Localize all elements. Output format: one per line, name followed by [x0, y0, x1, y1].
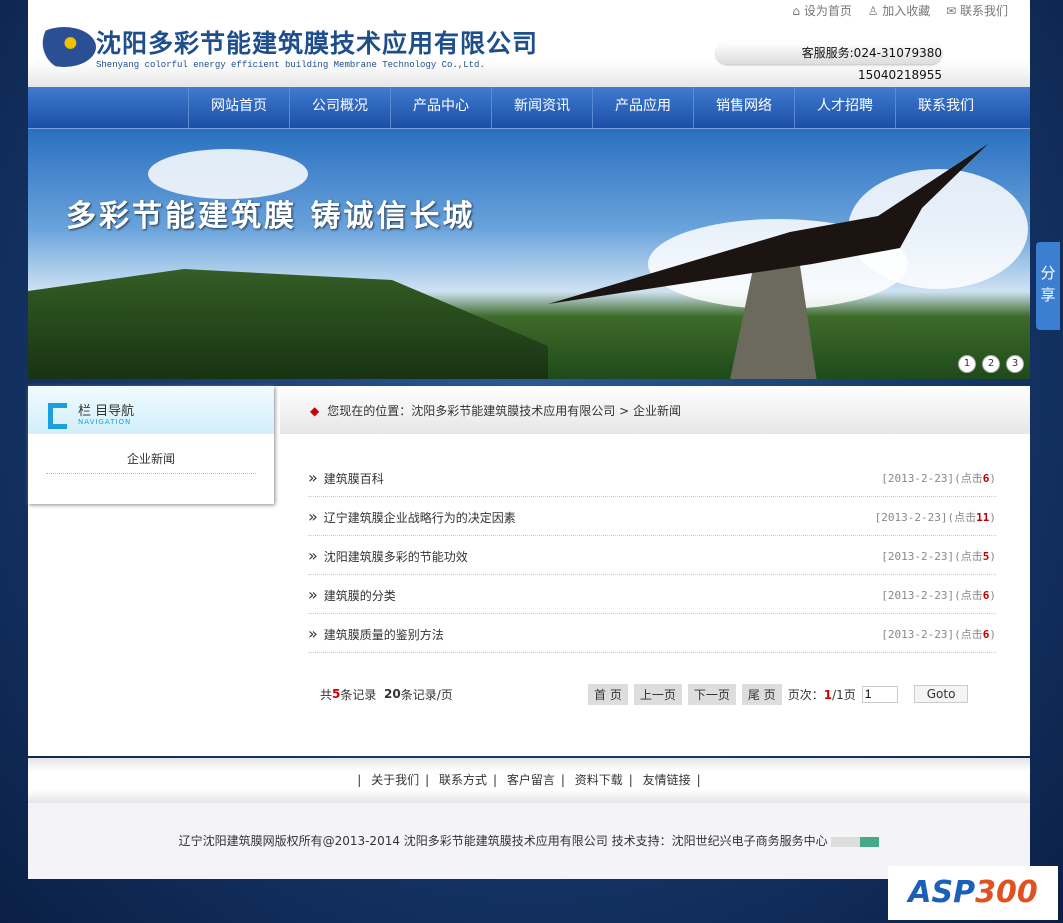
nav-applications[interactable]: 产品应用 — [592, 87, 693, 128]
current-page: 1 — [823, 687, 833, 702]
sidebar-header: 栏 目导航 NAVIGATION — [28, 386, 274, 434]
sidebar-title: 栏 目导航 — [78, 404, 135, 419]
nav-jobs[interactable]: 人才招聘 — [794, 87, 895, 128]
breadcrumb-home[interactable]: 沈阳多彩节能建筑膜技术应用有限公司 — [411, 404, 615, 418]
news-item: 建筑膜质量的鉴别方法 [2013-2-23](点击6) — [308, 614, 996, 653]
diamond-icon: ◆ — [310, 404, 320, 418]
prev-page-button[interactable]: 上一页 — [633, 683, 682, 705]
news-meta: [2013-2-23](点击5) — [881, 549, 996, 563]
goto-button[interactable]: Goto — [913, 685, 969, 703]
nav-products[interactable]: 产品中心 — [390, 87, 491, 128]
news-date: [2013-2-23] — [874, 510, 948, 524]
copyright-text: 辽宁沈阳建筑膜网版权所有@2013-2014 沈阳多彩节能建筑膜技术应用有限公司… — [178, 834, 828, 848]
content: 栏 目导航 NAVIGATION 企业新闻 ◆ 您现在的位置：沈阳多彩节能建筑膜技… — [28, 386, 1030, 756]
first-page-button[interactable]: 首 页 — [588, 683, 628, 705]
main-panel: ◆ 您现在的位置：沈阳多彩节能建筑膜技术应用有限公司 > 企业新闻 建筑膜百科 [2… — [280, 386, 1030, 705]
news-date: [2013-2-23] — [881, 627, 955, 641]
category-icon — [48, 403, 67, 429]
slide-dot[interactable]: 3 — [1006, 355, 1024, 373]
news-hits: 6 — [982, 588, 990, 602]
total-count: 5 — [332, 687, 341, 701]
footer-link-downloads[interactable]: 资料下载 — [575, 773, 623, 787]
news-title[interactable]: 辽宁建筑膜企业战略行为的决定因素 — [308, 507, 516, 526]
sidebar-subtitle: NAVIGATION — [78, 418, 132, 426]
news-item: 建筑膜百科 [2013-2-23](点击6) — [308, 458, 996, 497]
cnzz-badge-icon[interactable] — [831, 836, 880, 847]
slide-dot[interactable]: 1 — [958, 355, 976, 373]
pagination: 共5条记录 20条记录/页 首 页 上一页 下一页 尾 页 页次：1/1页 Go… — [320, 683, 996, 705]
pager-text: 条记录 — [340, 687, 377, 702]
news-meta: [2013-2-23](点击11) — [874, 510, 996, 524]
slide-dot[interactable]: 2 — [982, 355, 1000, 373]
nav-contact[interactable]: 联系我们 — [895, 87, 996, 128]
last-page-button[interactable]: 尾 页 — [741, 683, 782, 705]
news-meta: [2013-2-23](点击6) — [881, 588, 996, 602]
service-phone: 客服服务:024-31079380 15040218955 — [716, 42, 942, 82]
banner-slogan: 多彩节能建筑膜 铸诚信长城 — [66, 199, 476, 234]
news-item: 辽宁建筑膜企业战略行为的决定因素 [2013-2-23](点击11) — [308, 497, 996, 536]
breadcrumb-sep: > — [615, 404, 633, 418]
page: ⌂ 设为首页 ♙ 加入收藏 ✉ 联系我们 沈阳多彩节能建筑膜技术应用有限公司 S… — [28, 0, 1030, 879]
per-page: 20 — [384, 687, 401, 701]
breadcrumb: ◆ 您现在的位置：沈阳多彩节能建筑膜技术应用有限公司 > 企业新闻 — [280, 386, 1030, 434]
copyright: 辽宁沈阳建筑膜网版权所有@2013-2014 沈阳多彩节能建筑膜技术应用有限公司… — [28, 803, 1030, 879]
footer-links: | 关于我们 | 联系方式 | 客户留言 | 资料下载 | 友情链接 | — [28, 758, 1030, 803]
header: ⌂ 设为首页 ♙ 加入收藏 ✉ 联系我们 沈阳多彩节能建筑膜技术应用有限公司 S… — [28, 0, 1030, 87]
sidebar-item-company-news[interactable]: 企业新闻 — [46, 450, 256, 474]
footer-link-message[interactable]: 客户留言 — [507, 773, 555, 787]
hits-label: 点击 — [960, 471, 983, 485]
page-input[interactable] — [861, 685, 898, 703]
news-hits: 5 — [982, 549, 990, 563]
nav-about[interactable]: 公司概况 — [289, 87, 390, 128]
watermark-logo: ASP300 — [888, 866, 1058, 920]
news-hits: 11 — [976, 510, 990, 524]
news-meta: [2013-2-23](点击6) — [881, 627, 996, 641]
total-pages: /1页 — [832, 687, 856, 702]
page-label: 页次： — [787, 687, 824, 702]
nav-news[interactable]: 新闻资讯 — [491, 87, 592, 128]
set-homepage-link[interactable]: ⌂ 设为首页 — [792, 4, 851, 18]
hits-label: 点击 — [954, 510, 977, 524]
nav-home[interactable]: 网站首页 — [188, 87, 289, 128]
news-date: [2013-2-23] — [881, 471, 955, 485]
logo[interactable]: 沈阳多彩节能建筑膜技术应用有限公司 Shenyang colorful ener… — [32, 24, 538, 70]
news-title[interactable]: 建筑膜百科 — [308, 468, 384, 487]
nav-sales[interactable]: 销售网络 — [693, 87, 794, 128]
great-wall-image — [28, 269, 548, 379]
breadcrumb-current[interactable]: 企业新闻 — [633, 404, 681, 418]
footer-link-friends[interactable]: 友情链接 — [643, 773, 691, 787]
logo-icon — [32, 27, 96, 67]
news-date: [2013-2-23] — [881, 549, 955, 563]
pager-text: 条记录/页 — [400, 687, 453, 702]
news-meta: [2013-2-23](点击6) — [881, 471, 996, 485]
logo-title: 沈阳多彩节能建筑膜技术应用有限公司 — [96, 29, 539, 58]
news-date: [2013-2-23] — [881, 588, 955, 602]
news-hits: 6 — [982, 471, 990, 485]
news-hits: 6 — [982, 627, 990, 641]
top-links: ⌂ 设为首页 ♙ 加入收藏 ✉ 联系我们 — [780, 2, 1008, 19]
main-nav: 网站首页 公司概况 产品中心 新闻资讯 产品应用 销售网络 人才招聘 联系我们 — [28, 87, 1030, 129]
slide-indicators: 1 2 3 — [958, 355, 1024, 373]
add-favorite-link[interactable]: ♙ 加入收藏 — [868, 4, 931, 18]
news-title[interactable]: 建筑膜的分类 — [308, 585, 396, 604]
pager-text: 共 — [320, 687, 333, 702]
hits-label: 点击 — [960, 627, 983, 641]
news-item: 建筑膜的分类 [2013-2-23](点击6) — [308, 575, 996, 614]
banner: 多彩节能建筑膜 铸诚信长城 1 2 3 — [28, 129, 1030, 379]
news-title[interactable]: 建筑膜质量的鉴别方法 — [308, 624, 444, 643]
footer-link-about[interactable]: 关于我们 — [371, 773, 419, 787]
hits-label: 点击 — [960, 549, 983, 563]
contact-link[interactable]: ✉ 联系我们 — [946, 4, 1008, 18]
sidebar: 栏 目导航 NAVIGATION 企业新闻 — [28, 386, 274, 504]
news-list: 建筑膜百科 [2013-2-23](点击6) 辽宁建筑膜企业战略行为的决定因素 [20… — [308, 458, 996, 653]
breadcrumb-prefix: 您现在的位置： — [327, 404, 412, 418]
news-item: 沈阳建筑膜多彩的节能功效 [2013-2-23](点击5) — [308, 536, 996, 575]
logo-subtitle: Shenyang colorful energy efficient build… — [96, 60, 485, 70]
footer-link-contact[interactable]: 联系方式 — [439, 773, 487, 787]
news-title[interactable]: 沈阳建筑膜多彩的节能功效 — [308, 546, 468, 565]
share-button[interactable]: 分享 — [1036, 242, 1060, 330]
next-page-button[interactable]: 下一页 — [687, 683, 736, 705]
hits-label: 点击 — [960, 588, 983, 602]
